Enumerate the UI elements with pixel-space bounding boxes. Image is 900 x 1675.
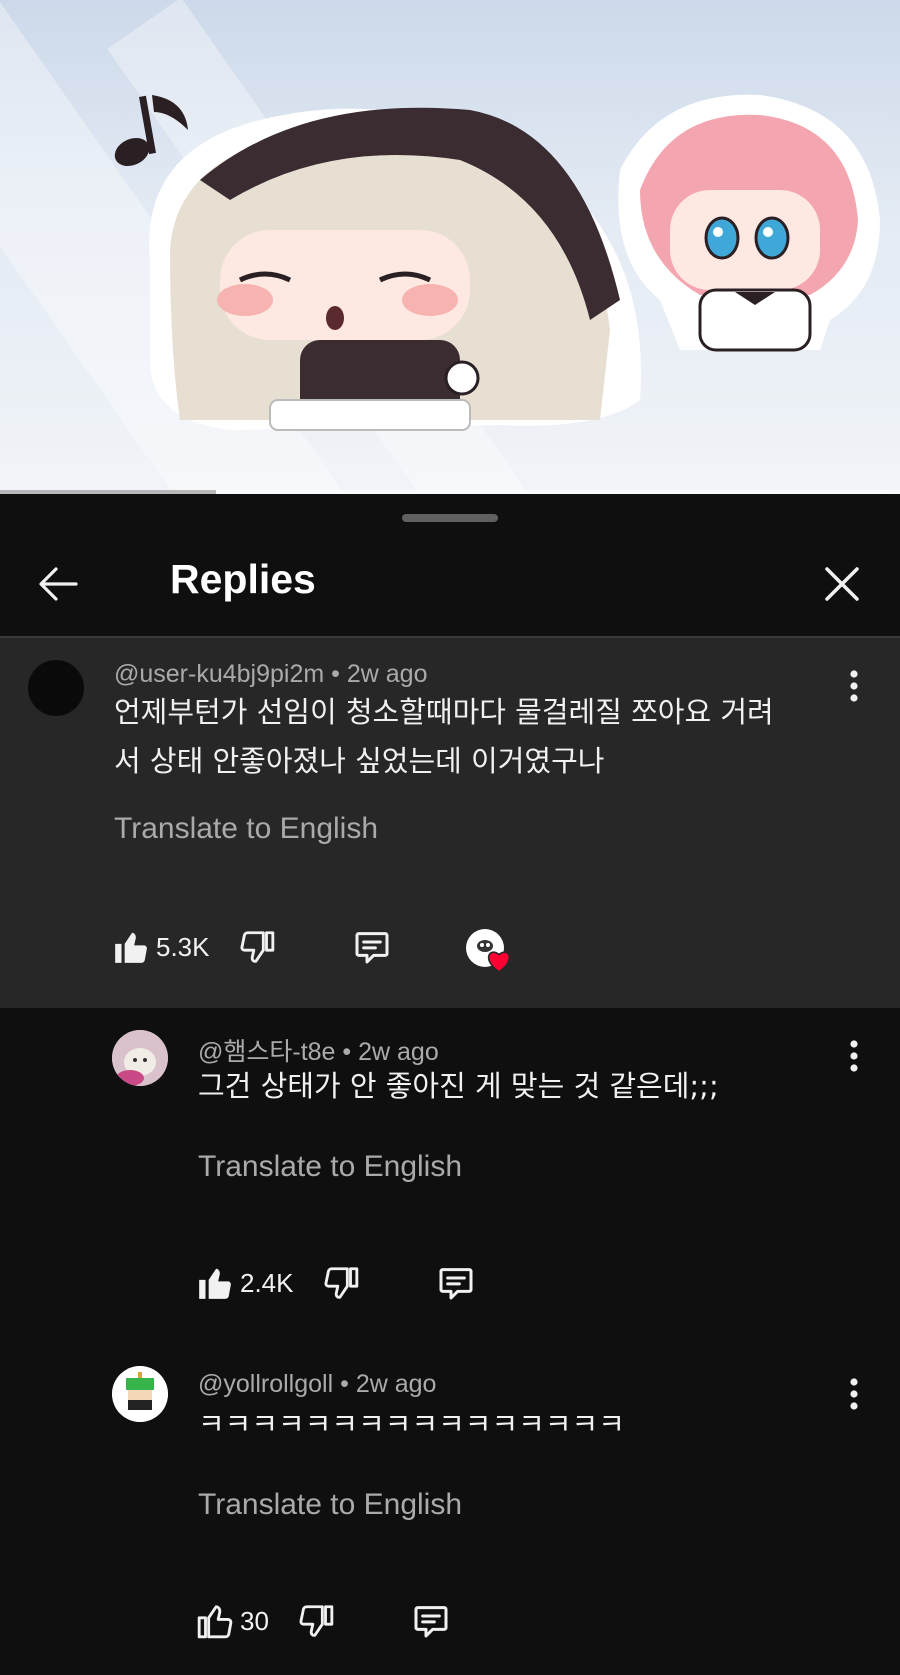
thumbs-down-icon — [323, 1267, 358, 1299]
sheet-header: Replies — [0, 534, 900, 634]
comment-text-line: 서 상태 안좋아졌나 싶었는데 이거였구나 — [114, 744, 605, 778]
comment-age: 2w ago — [346, 660, 428, 688]
translate-link[interactable]: Translate to English — [198, 1488, 462, 1522]
thumbs-down-icon — [239, 931, 274, 963]
close-button[interactable] — [810, 552, 874, 616]
heart-icon — [487, 951, 510, 973]
comment-text-line: 언제부턴가 선임이 청소할때마다 물걸레질 쪼아요 거려 — [114, 695, 774, 729]
like-button[interactable]: 30 — [196, 1602, 269, 1640]
chibi-nun-character — [149, 107, 641, 431]
pixel-character-avatar-art — [112, 1366, 168, 1422]
hamster-avatar-art — [112, 1030, 168, 1086]
comment-author[interactable]: @yollrollgoll — [198, 1370, 333, 1398]
reply-button[interactable] — [411, 1601, 451, 1641]
avatar[interactable] — [28, 660, 84, 716]
thumbs-up-filled-icon — [115, 932, 147, 963]
translate-link[interactable]: Translate to English — [114, 812, 378, 846]
reply-comment-icon — [439, 1268, 472, 1300]
like-button[interactable]: 5.3K — [112, 928, 210, 966]
dislike-button[interactable] — [238, 928, 276, 966]
comment-age: 2w ago — [355, 1370, 437, 1398]
parent-comment: @user-ku4bj9pi2m • 2w ago 언제부턴가 선임이 청소할때… — [0, 638, 900, 1008]
comment-text: 그건 상태가 안 좋아진 게 맞는 것 같은데;;; — [198, 1069, 719, 1103]
back-button[interactable] — [26, 552, 90, 616]
sheet-title: Replies — [170, 556, 316, 602]
drag-handle[interactable] — [402, 514, 498, 522]
reply-comment-icon — [355, 932, 388, 964]
arrow-left-icon — [39, 567, 78, 601]
comment-text: 언제부턴가 선임이 청소할때마다 물걸레질 쪼아요 거려 서 상태 안좋아졌나 … — [114, 688, 854, 786]
thumbs-up-icon — [197, 1605, 233, 1639]
reply-button[interactable] — [436, 1263, 476, 1303]
dislike-button[interactable] — [297, 1602, 335, 1640]
thumbs-up-filled-icon — [199, 1268, 231, 1299]
comment-meta: @yollrollgoll • 2w ago — [198, 1370, 436, 1399]
video-player[interactable] — [0, 0, 900, 494]
close-icon — [825, 567, 859, 601]
comment-actions: 5.3K — [112, 921, 512, 973]
comment-actions: 2.4K — [196, 1258, 476, 1308]
like-button[interactable]: 2.4K — [196, 1264, 294, 1302]
avatar[interactable] — [112, 1366, 168, 1422]
music-note-icon — [114, 95, 188, 167]
reply-comment: @햄스타-t8e • 2w ago 그건 상태가 안 좋아진 게 맞는 것 같은… — [0, 1008, 900, 1346]
reply-comment-icon — [414, 1606, 448, 1638]
chibi-maid-character — [618, 94, 880, 352]
meta-separator: • — [340, 1370, 356, 1398]
like-count: 5.3K — [156, 931, 210, 962]
meta-separator: • — [331, 660, 347, 688]
comment-text: ㅋㅋㅋㅋㅋㅋㅋㅋㅋㅋㅋㅋㅋㅋㅋㅋ — [198, 1407, 625, 1441]
like-count: 2.4K — [240, 1267, 294, 1298]
video-thumbnail-art — [114, 94, 880, 431]
comment-author[interactable]: @user-ku4bj9pi2m — [114, 660, 324, 688]
thumbs-down-icon — [299, 1605, 334, 1637]
translate-link[interactable]: Translate to English — [198, 1150, 462, 1184]
reply-button[interactable] — [352, 927, 392, 967]
dislike-button[interactable] — [322, 1264, 360, 1302]
comment-meta: @user-ku4bj9pi2m • 2w ago — [114, 660, 427, 689]
avatar[interactable] — [112, 1030, 168, 1086]
comment-actions: 30 — [196, 1596, 451, 1646]
replies-sheet: Replies @user-ku4bj9pi2m • 2w ago 언제부턴가 … — [0, 494, 900, 1675]
like-count: 30 — [240, 1605, 269, 1636]
creator-heart-badge — [460, 921, 512, 973]
reply-comment: @yollrollgoll • 2w ago ㅋㅋㅋㅋㅋㅋㅋㅋㅋㅋㅋㅋㅋㅋㅋㅋ … — [0, 1346, 900, 1675]
